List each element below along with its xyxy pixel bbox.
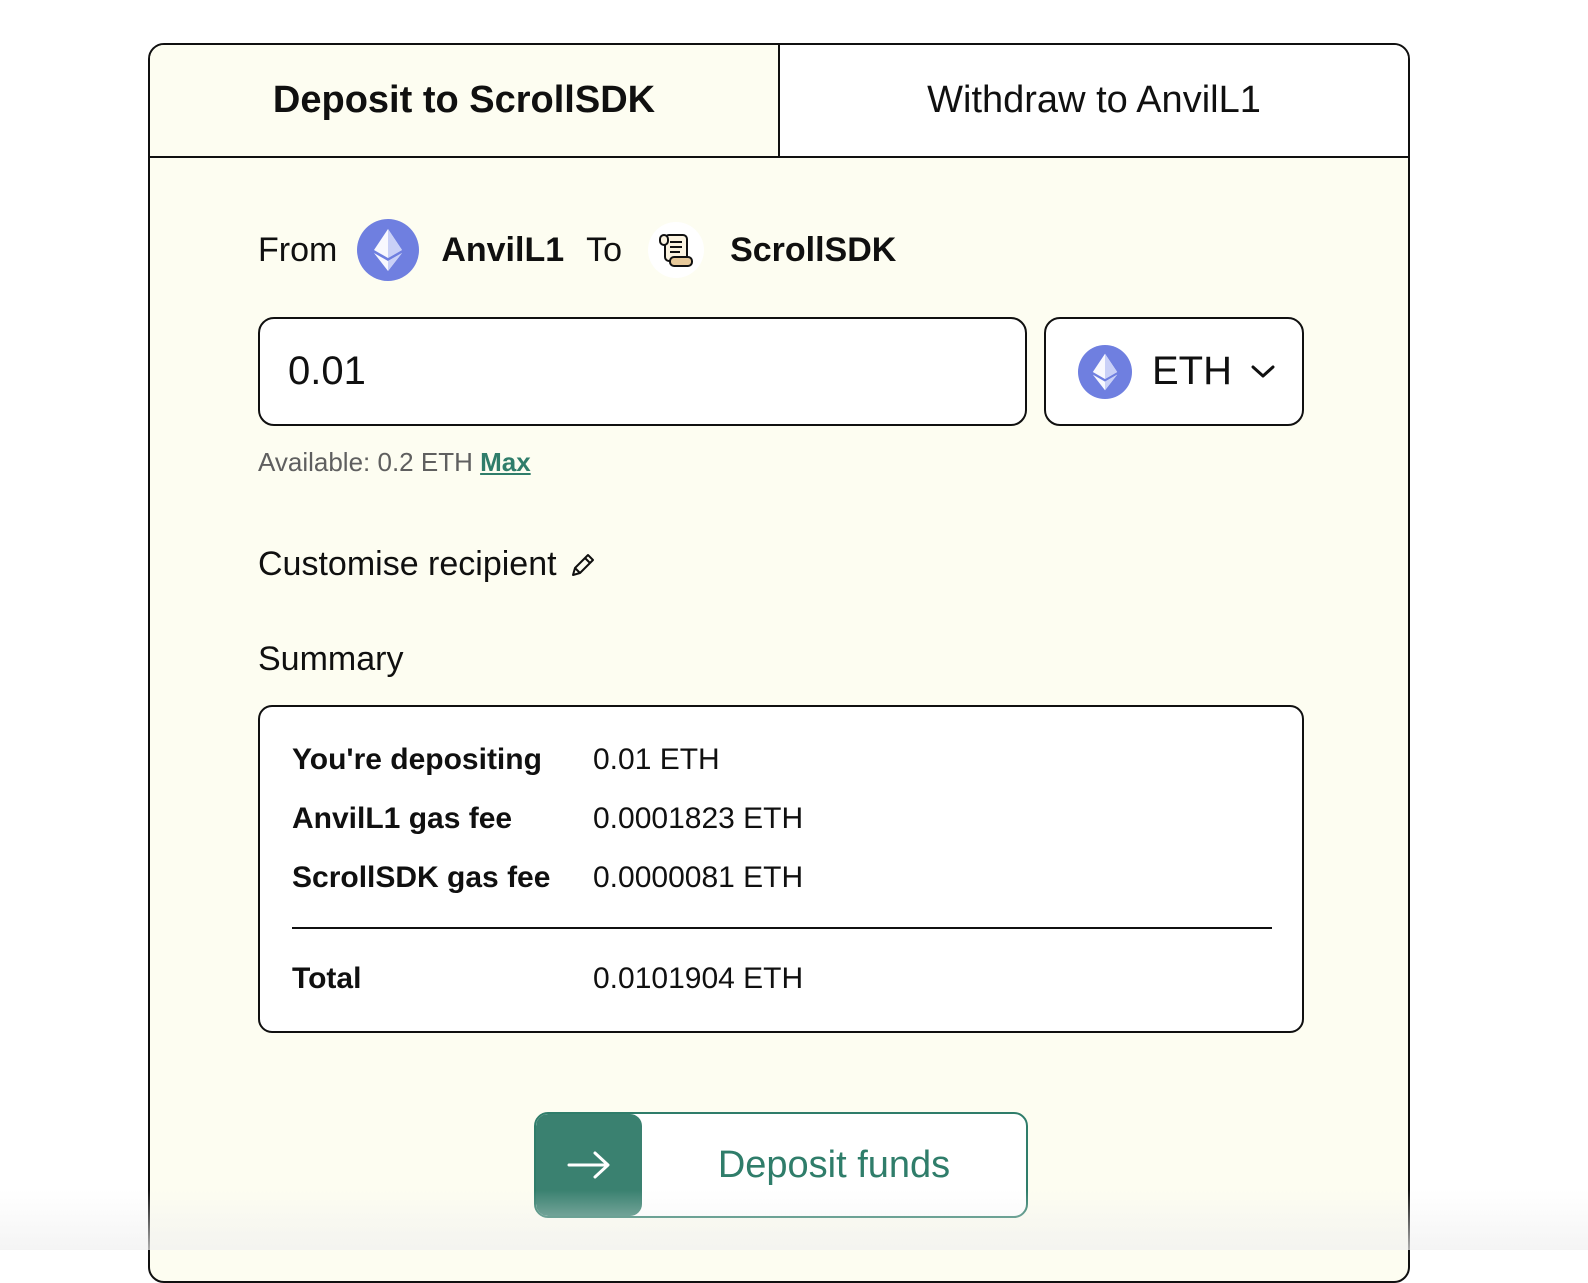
tab-bar: Deposit to ScrollSDK Withdraw to AnvilL1	[150, 45, 1408, 158]
tab-withdraw[interactable]: Withdraw to AnvilL1	[780, 45, 1408, 156]
amount-input[interactable]	[258, 317, 1027, 426]
summary-divider	[292, 927, 1272, 929]
deposit-funds-label: Deposit funds	[717, 1143, 951, 1186]
max-button[interactable]: Max	[480, 447, 531, 477]
deposit-funds-button[interactable]: Deposit funds	[534, 1112, 1028, 1218]
summary-label: You're depositing	[292, 743, 542, 776]
pencil-icon	[569, 551, 597, 579]
summary-label: AnvilL1 gas fee	[292, 802, 513, 835]
summary-box: You're depositing 0.01 ETH AnvilL1 gas f…	[258, 705, 1304, 1033]
total-label: Total	[292, 962, 362, 995]
arrow-right-icon	[536, 1114, 642, 1216]
route-row: From AnvilL1 To ScrollSDK	[258, 217, 896, 283]
available-balance: Available: 0.2 ETH Max	[258, 447, 531, 478]
customise-recipient-label: Customise recipient	[258, 545, 557, 583]
summary-value: 0.01 ETH	[593, 743, 720, 776]
from-network: AnvilL1	[441, 230, 565, 269]
to-network: ScrollSDK	[730, 230, 897, 269]
chevron-down-icon	[1250, 364, 1276, 380]
customise-recipient[interactable]: Customise recipient	[258, 545, 597, 584]
ethereum-icon	[357, 219, 420, 281]
token-select[interactable]: ETH	[1044, 317, 1304, 426]
to-label: To	[586, 230, 623, 269]
summary-label: ScrollSDK gas fee	[292, 861, 551, 894]
bridge-card: Deposit to ScrollSDK Withdraw to AnvilL1…	[148, 43, 1410, 1283]
total-value: 0.0101904 ETH	[593, 962, 804, 995]
summary-value: 0.0001823 ETH	[593, 802, 804, 835]
summary-title: Summary	[258, 640, 404, 678]
tab-deposit[interactable]: Deposit to ScrollSDK	[150, 45, 780, 156]
token-label: ETH	[1152, 349, 1232, 393]
ethereum-icon	[1078, 344, 1132, 399]
from-label: From	[258, 230, 338, 269]
available-text: Available: 0.2 ETH	[258, 447, 473, 477]
scroll-icon	[648, 222, 705, 278]
summary-value: 0.0000081 ETH	[593, 861, 804, 894]
